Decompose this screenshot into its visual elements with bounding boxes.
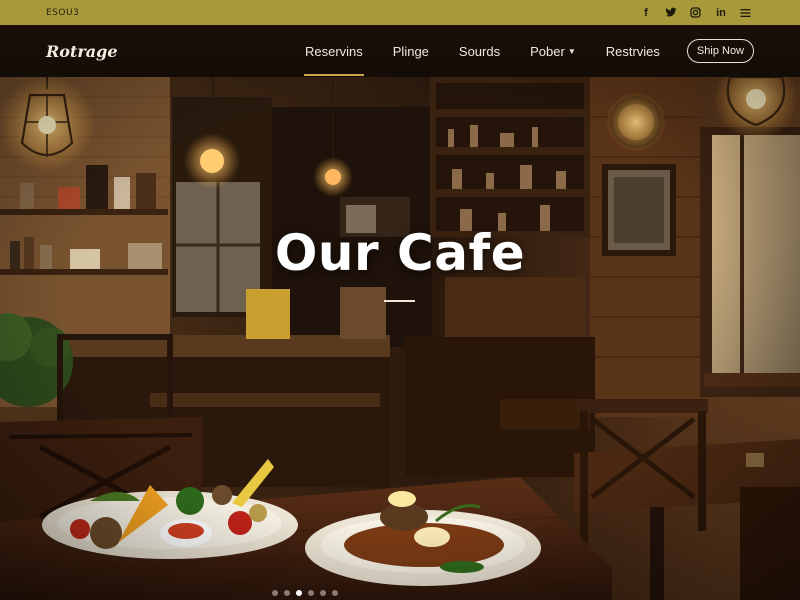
top-utility-bar: ESOU3 f in xyxy=(0,0,800,25)
cafe-interior-image xyxy=(0,77,800,600)
site-logo[interactable]: Rotrage xyxy=(46,42,118,61)
nav-item-pober[interactable]: Pober ▼ xyxy=(515,25,591,77)
nav-item-sourds[interactable]: Sourds xyxy=(444,25,515,77)
slider-dot-3[interactable] xyxy=(296,590,302,596)
nav-item-restrvies[interactable]: Restrvies xyxy=(591,25,675,77)
menu-icon[interactable] xyxy=(740,8,752,18)
nav-item-reservins[interactable]: Reservins xyxy=(290,25,378,77)
nav-links: Reservins Plinge Sourds Pober ▼ Restrvies… xyxy=(290,25,754,77)
linkedin-icon[interactable]: in xyxy=(715,7,727,19)
ship-now-button[interactable]: Ship Now xyxy=(686,39,754,63)
hero-section: Our Cafe xyxy=(0,77,800,600)
social-links: f in xyxy=(640,7,752,19)
slider-dot-1[interactable] xyxy=(272,590,278,596)
topbar-text: ESOU3 xyxy=(46,7,80,18)
caret-down-icon: ▼ xyxy=(567,46,576,56)
hero-title-divider xyxy=(384,300,415,302)
instagram-icon[interactable] xyxy=(690,7,702,18)
slider-dots xyxy=(272,590,338,596)
hero-title: Our Cafe xyxy=(274,224,526,282)
slider-dot-5[interactable] xyxy=(320,590,326,596)
facebook-icon[interactable]: f xyxy=(640,7,652,19)
twitter-icon[interactable] xyxy=(665,7,677,18)
main-navbar: Rotrage Reservins Plinge Sourds Pober ▼ R… xyxy=(0,25,800,77)
slider-dot-6[interactable] xyxy=(332,590,338,596)
nav-item-plinge[interactable]: Plinge xyxy=(378,25,444,77)
nav-item-pober-label: Pober xyxy=(530,43,565,59)
slider-dot-2[interactable] xyxy=(284,590,290,596)
slider-dot-4[interactable] xyxy=(308,590,314,596)
